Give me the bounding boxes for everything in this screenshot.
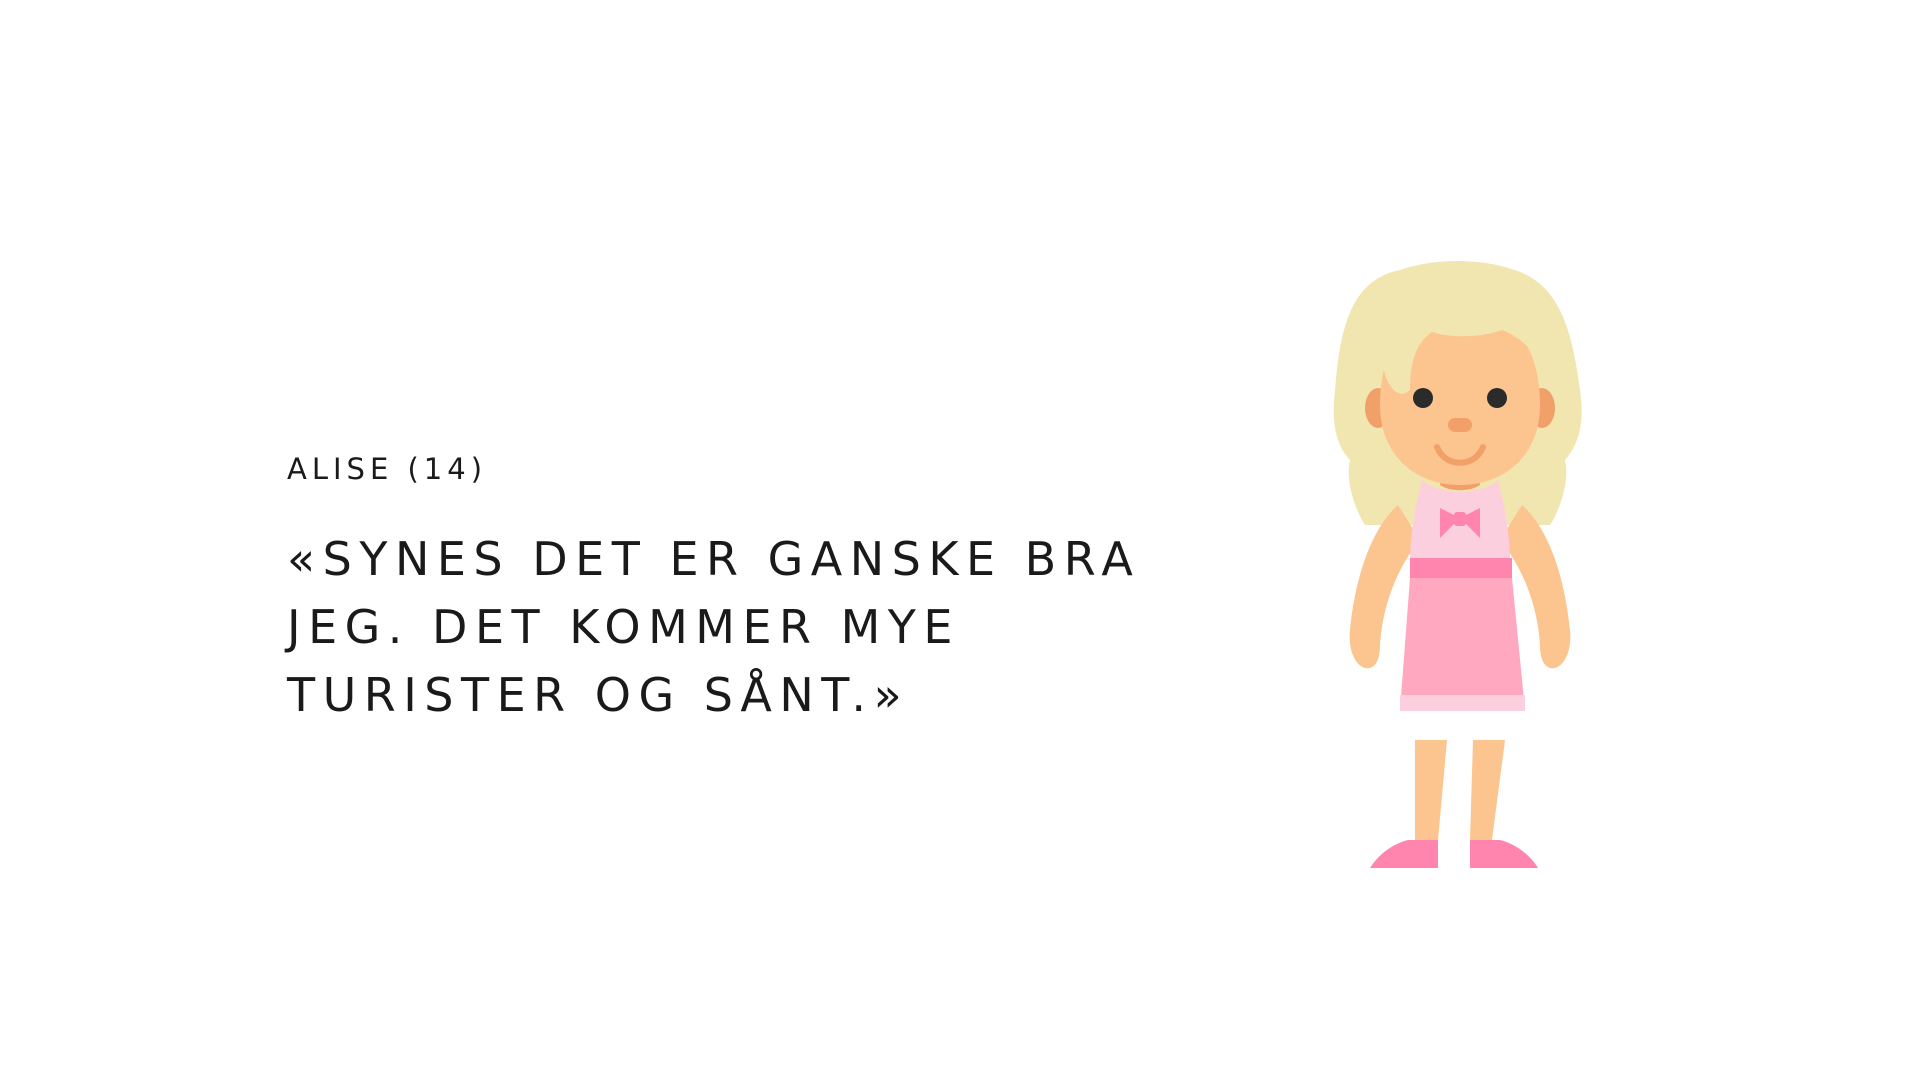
dress-skirt <box>1400 578 1525 710</box>
right-leg <box>1470 740 1505 840</box>
speaker-name: ALISE (14) <box>287 452 488 486</box>
bow-knot <box>1454 512 1466 526</box>
dress-belt <box>1410 558 1512 578</box>
quote-line-3: TURISTER OG SÅNT.» <box>287 668 910 722</box>
right-shoe <box>1470 840 1538 868</box>
left-eye <box>1413 388 1433 408</box>
left-leg <box>1415 740 1447 840</box>
skirt-hem <box>1400 695 1525 711</box>
left-shoe <box>1370 840 1438 868</box>
nose <box>1448 418 1472 432</box>
quote-line-2: JEG. DET KOMMER MYE <box>287 600 960 654</box>
girl-character-illustration <box>1333 261 1582 868</box>
quote-text: «SYNES DET ER GANSKE BRA JEG. DET KOMMER… <box>287 525 1247 729</box>
right-eye <box>1487 388 1507 408</box>
quote-line-1: «SYNES DET ER GANSKE BRA <box>287 532 1141 586</box>
slide: ALISE (14) «SYNES DET ER GANSKE BRA JEG.… <box>0 0 1920 1080</box>
